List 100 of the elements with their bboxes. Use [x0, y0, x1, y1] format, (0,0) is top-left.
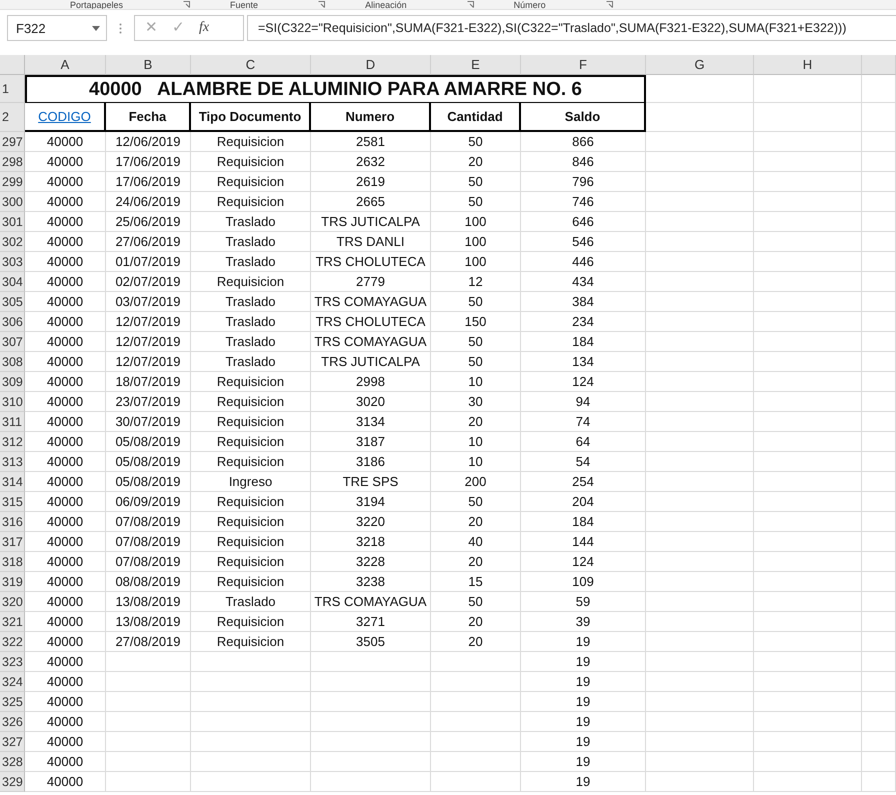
- table-cell: 50: [431, 332, 521, 352]
- name-box[interactable]: F322: [7, 15, 107, 41]
- table-cell: Requisicion: [191, 132, 311, 152]
- table-cell: 434: [521, 272, 646, 292]
- row-header[interactable]: 310: [0, 392, 25, 412]
- row-header[interactable]: 308: [0, 352, 25, 372]
- row-header[interactable]: 303: [0, 252, 25, 272]
- empty-cell: [862, 772, 896, 792]
- column-header[interactable]: A: [25, 55, 106, 75]
- empty-cell: [862, 132, 896, 152]
- column-header[interactable]: G: [646, 55, 754, 75]
- table-cell: 40000: [25, 292, 106, 312]
- row-header[interactable]: 327: [0, 732, 25, 752]
- row-header[interactable]: 321: [0, 612, 25, 632]
- row-header[interactable]: 305: [0, 292, 25, 312]
- drag-handle-icon[interactable]: [119, 22, 122, 34]
- empty-cell: [862, 512, 896, 532]
- row-header[interactable]: 314: [0, 472, 25, 492]
- table-cell: 13/08/2019: [106, 612, 191, 632]
- row-header[interactable]: 313: [0, 452, 25, 472]
- table-cell: 02/07/2019: [106, 272, 191, 292]
- row-header[interactable]: 302: [0, 232, 25, 252]
- row-header[interactable]: 316: [0, 512, 25, 532]
- column-header-link[interactable]: CODIGO: [38, 109, 91, 124]
- table-cell: 07/08/2019: [106, 512, 191, 532]
- empty-cell: [862, 392, 896, 412]
- column-header[interactable]: F: [521, 55, 646, 75]
- row-header[interactable]: 1: [0, 75, 25, 103]
- row-header[interactable]: 324: [0, 672, 25, 692]
- ribbon-group-label: Número: [514, 0, 546, 9]
- table-cell: 2619: [311, 172, 431, 192]
- row-header[interactable]: 304: [0, 272, 25, 292]
- formula-field[interactable]: =SI(C322="Requisicion",SUMA(F321-E322),SI(C322="Traslado",SUMA(F321-E322),SUMA(F321+E322))): [247, 15, 896, 41]
- row-header[interactable]: 312: [0, 432, 25, 452]
- table-cell: 144: [521, 532, 646, 552]
- table-cell: Requisicion: [191, 492, 311, 512]
- empty-cell: [862, 75, 896, 103]
- row-header[interactable]: 328: [0, 752, 25, 772]
- empty-cell: [862, 432, 896, 452]
- row-header[interactable]: 298: [0, 152, 25, 172]
- table-cell: 18/07/2019: [106, 372, 191, 392]
- dialog-launcher-icon[interactable]: [183, 1, 190, 8]
- table-cell: 40000: [25, 692, 106, 712]
- row-header[interactable]: 318: [0, 552, 25, 572]
- row-header[interactable]: 309: [0, 372, 25, 392]
- table-cell: 150: [431, 312, 521, 332]
- row-header[interactable]: 322: [0, 632, 25, 652]
- row-header[interactable]: 307: [0, 332, 25, 352]
- row-header[interactable]: 315: [0, 492, 25, 512]
- table-cell: 30/07/2019: [106, 412, 191, 432]
- table-cell: 124: [521, 552, 646, 572]
- table-cell: 234: [521, 312, 646, 332]
- row-header[interactable]: 2: [0, 103, 25, 132]
- empty-cell: [862, 212, 896, 232]
- table-cell: 27/08/2019: [106, 632, 191, 652]
- row-header[interactable]: 299: [0, 172, 25, 192]
- table-cell: 40000: [25, 592, 106, 612]
- row-header[interactable]: 300: [0, 192, 25, 212]
- row-header[interactable]: 325: [0, 692, 25, 712]
- column-header[interactable]: H: [754, 55, 862, 75]
- table-cell: 134: [521, 352, 646, 372]
- row-header[interactable]: 317: [0, 532, 25, 552]
- table-cell: TRS COMAYAGUA: [311, 292, 431, 312]
- column-header[interactable]: C: [191, 55, 311, 75]
- table-cell: 40000: [25, 312, 106, 332]
- empty-cell: [862, 292, 896, 312]
- table-cell: 446: [521, 252, 646, 272]
- table-cell: 59: [521, 592, 646, 612]
- dialog-launcher-icon[interactable]: [606, 1, 613, 8]
- empty-cell: [862, 552, 896, 572]
- row-header[interactable]: 297: [0, 132, 25, 152]
- row-header[interactable]: 329: [0, 772, 25, 792]
- row-header[interactable]: 319: [0, 572, 25, 592]
- empty-cell: [862, 372, 896, 392]
- table-cell: 100: [431, 252, 521, 272]
- insert-function-button[interactable]: fx: [199, 18, 210, 38]
- table-cell: 50: [431, 172, 521, 192]
- table-cell: 866: [521, 132, 646, 152]
- dialog-launcher-icon[interactable]: [318, 1, 326, 8]
- table-cell: Requisicion: [191, 272, 311, 292]
- row-header[interactable]: 326: [0, 712, 25, 732]
- column-header[interactable]: E: [431, 55, 521, 75]
- row-header[interactable]: 323: [0, 652, 25, 672]
- table-cell: 94: [521, 392, 646, 412]
- table-cell: Requisicion: [191, 392, 311, 412]
- table-cell: Traslado: [191, 232, 311, 252]
- empty-cell: [862, 152, 896, 172]
- column-header[interactable]: B: [106, 55, 191, 75]
- column-header[interactable]: D: [311, 55, 431, 75]
- dialog-launcher-icon[interactable]: [466, 1, 474, 8]
- empty-cell: [862, 752, 896, 772]
- row-header[interactable]: 311: [0, 412, 25, 432]
- table-cell: 19: [521, 692, 646, 712]
- caret-icon[interactable]: [92, 26, 100, 30]
- row-header[interactable]: 301: [0, 212, 25, 232]
- row-header[interactable]: 306: [0, 312, 25, 332]
- empty-cell: [862, 692, 896, 712]
- row-header[interactable]: 320: [0, 592, 25, 612]
- table-cell: 200: [431, 472, 521, 492]
- table-cell: 50: [431, 592, 521, 612]
